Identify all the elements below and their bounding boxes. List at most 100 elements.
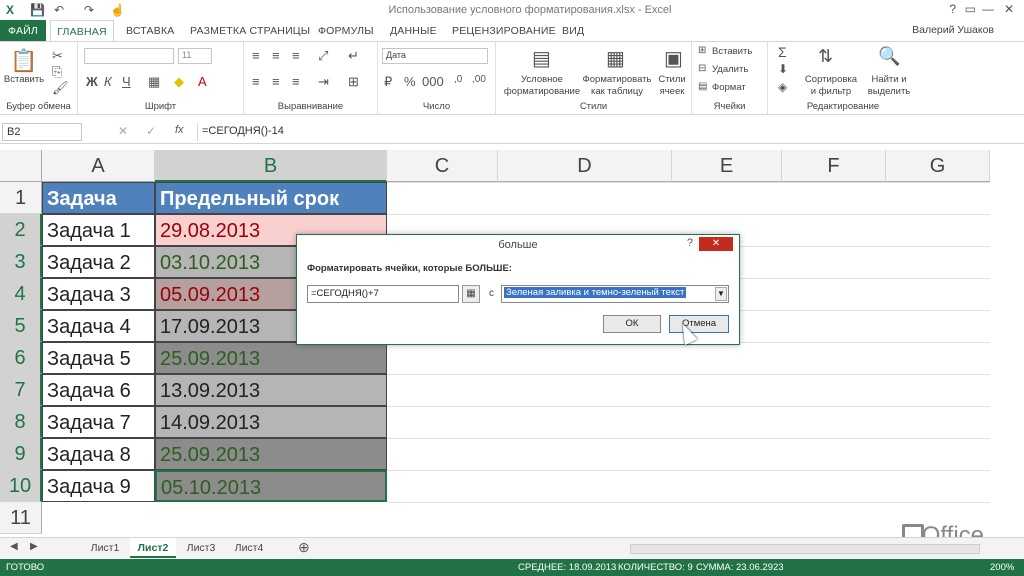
minimize-icon[interactable]: — — [982, 2, 994, 16]
font-color-icon[interactable]: A — [198, 74, 207, 89]
dialog-help-icon[interactable]: ? — [687, 237, 693, 249]
format-cells-button[interactable]: Формат — [712, 82, 746, 94]
tab-review[interactable]: РЕЦЕНЗИРОВАНИЕ — [452, 20, 556, 42]
row-header[interactable]: 6 — [0, 342, 42, 374]
touch-mode-icon[interactable]: ☝ — [110, 3, 125, 17]
conditional-formatting-button[interactable]: Условное форматирование — [500, 74, 584, 98]
dialog-close-icon[interactable]: ✕ — [699, 237, 733, 251]
currency-icon[interactable]: ₽ — [384, 74, 392, 90]
row-header[interactable]: 1 — [0, 182, 42, 214]
number-format-combo[interactable]: Дата — [382, 48, 488, 64]
row-header[interactable]: 4 — [0, 278, 42, 310]
tab-page-layout[interactable]: РАЗМЕТКА СТРАНИЦЫ — [190, 20, 310, 42]
percent-icon[interactable]: % — [404, 74, 416, 89]
undo-icon[interactable]: ↶ — [54, 3, 64, 17]
task-cell[interactable]: Задача 2 — [42, 246, 155, 278]
confirm-entry-icon[interactable]: ✓ — [146, 124, 156, 138]
font-size-combo[interactable]: 11 — [178, 48, 212, 64]
user-name[interactable]: Валерий Ушаков — [912, 24, 994, 36]
close-window-icon[interactable]: ✕ — [1004, 2, 1014, 16]
column-header[interactable]: B — [155, 150, 387, 182]
row-header[interactable]: 8 — [0, 406, 42, 438]
tab-insert[interactable]: ВСТАВКА — [126, 20, 174, 42]
align-bottom-icon[interactable]: ≡ — [292, 48, 300, 63]
formula-input[interactable]: =СЕГОДНЯ()-14 — [197, 123, 1017, 141]
scroll-left-icon[interactable]: ◀ — [10, 541, 18, 552]
find-select-icon[interactable]: 🔍 — [878, 46, 900, 67]
task-cell[interactable]: Задача 1 — [42, 214, 155, 246]
save-icon[interactable]: 💾 — [30, 3, 45, 17]
task-cell[interactable]: Задача 9 — [42, 470, 155, 502]
redo-icon[interactable]: ↷ — [84, 3, 94, 17]
range-select-icon[interactable]: ▦ — [462, 285, 480, 303]
row-header[interactable]: 11 — [0, 502, 42, 534]
tab-formulas[interactable]: ФОРМУЛЫ — [318, 20, 374, 42]
row-header[interactable]: 5 — [0, 310, 42, 342]
task-cell[interactable]: Задача 8 — [42, 438, 155, 470]
format-as-table-icon[interactable]: ▦ — [606, 46, 625, 71]
merge-icon[interactable]: ⊞ — [348, 74, 359, 90]
deadline-cell[interactable]: 05.10.2013 — [155, 470, 387, 502]
sheet-tab[interactable]: Лист4 — [226, 538, 272, 558]
paste-icon[interactable]: 📋 — [10, 48, 37, 74]
corner-select-all[interactable] — [0, 150, 42, 182]
autosum-icon[interactable]: Σ — [778, 44, 787, 60]
row-header[interactable]: 7 — [0, 374, 42, 406]
column-header[interactable]: G — [886, 150, 990, 182]
decrease-decimal-icon[interactable]: ,00 — [472, 74, 486, 85]
cut-icon[interactable]: ✂ — [52, 48, 63, 64]
tab-view[interactable]: ВИД — [562, 20, 584, 42]
format-painter-icon[interactable]: 🖌 — [52, 80, 69, 96]
zoom-level[interactable]: 200% — [990, 562, 1014, 573]
format-select[interactable]: Зеленая заливка и темно-зеленый текст ▼ — [501, 285, 729, 303]
sort-filter-button[interactable]: Сортировка и фильтр — [800, 74, 862, 98]
task-cell[interactable]: Задача 7 — [42, 406, 155, 438]
paste-button[interactable]: Вставить — [2, 74, 46, 86]
delete-cells-icon[interactable]: ⊟ — [698, 63, 706, 74]
conditional-formatting-icon[interactable]: ▤ — [532, 46, 551, 71]
deadline-cell[interactable]: 25.09.2013 — [155, 438, 387, 470]
deadline-cell[interactable]: 14.09.2013 — [155, 406, 387, 438]
sheet-tab[interactable]: Лист3 — [178, 538, 224, 558]
tab-data[interactable]: ДАННЫЕ — [390, 20, 437, 42]
align-left-icon[interactable]: ≡ — [252, 74, 260, 89]
borders-icon[interactable]: ▦ — [148, 74, 160, 90]
cell-styles-button[interactable]: Стили ячеек — [654, 74, 690, 98]
align-center-icon[interactable]: ≡ — [272, 74, 280, 89]
increase-decimal-icon[interactable]: ,0 — [454, 74, 462, 85]
deadline-cell[interactable]: 25.09.2013 — [155, 342, 387, 374]
column-header[interactable]: A — [42, 150, 155, 182]
underline-icon[interactable]: Ч — [122, 74, 131, 89]
sort-filter-icon[interactable]: ⇅ — [818, 46, 833, 67]
align-right-icon[interactable]: ≡ — [292, 74, 300, 89]
deadline-cell[interactable]: 13.09.2013 — [155, 374, 387, 406]
italic-icon[interactable]: К — [104, 74, 112, 89]
tab-home[interactable]: ГЛАВНАЯ — [50, 20, 114, 42]
chevron-down-icon[interactable]: ▼ — [715, 287, 727, 301]
task-cell[interactable]: Задача 5 — [42, 342, 155, 374]
column-header[interactable]: D — [498, 150, 672, 182]
table-header-cell[interactable]: Задача — [42, 182, 155, 214]
task-cell[interactable]: Задача 6 — [42, 374, 155, 406]
tab-file[interactable]: ФАЙЛ — [0, 20, 46, 42]
bold-icon[interactable]: Ж — [86, 74, 98, 89]
name-box[interactable]: B2 — [2, 123, 82, 141]
format-cells-icon[interactable]: ▤ — [698, 81, 707, 92]
scroll-right-icon[interactable]: ▶ — [30, 541, 38, 552]
insert-function-icon[interactable]: fx — [175, 124, 184, 136]
row-header[interactable]: 10 — [0, 470, 42, 502]
fill-icon[interactable]: ⬇ — [778, 62, 788, 76]
excel-icon[interactable]: X — [6, 3, 14, 17]
copy-icon[interactable]: ⎘ — [52, 64, 62, 80]
find-select-button[interactable]: Найти и выделить — [864, 74, 914, 98]
row-header[interactable]: 3 — [0, 246, 42, 278]
row-header[interactable]: 2 — [0, 214, 42, 246]
table-header-cell[interactable]: Предельный срок — [155, 182, 387, 214]
cancel-entry-icon[interactable]: ✕ — [118, 124, 128, 138]
horizontal-scrollbar[interactable] — [630, 544, 980, 554]
new-sheet-icon[interactable]: ⊕ — [298, 539, 310, 556]
ribbon-options-icon[interactable]: ▭ — [965, 2, 976, 16]
clear-icon[interactable]: ◈ — [778, 80, 787, 94]
indent-icon[interactable]: ⇥ — [318, 74, 329, 90]
task-cell[interactable]: Задача 3 — [42, 278, 155, 310]
